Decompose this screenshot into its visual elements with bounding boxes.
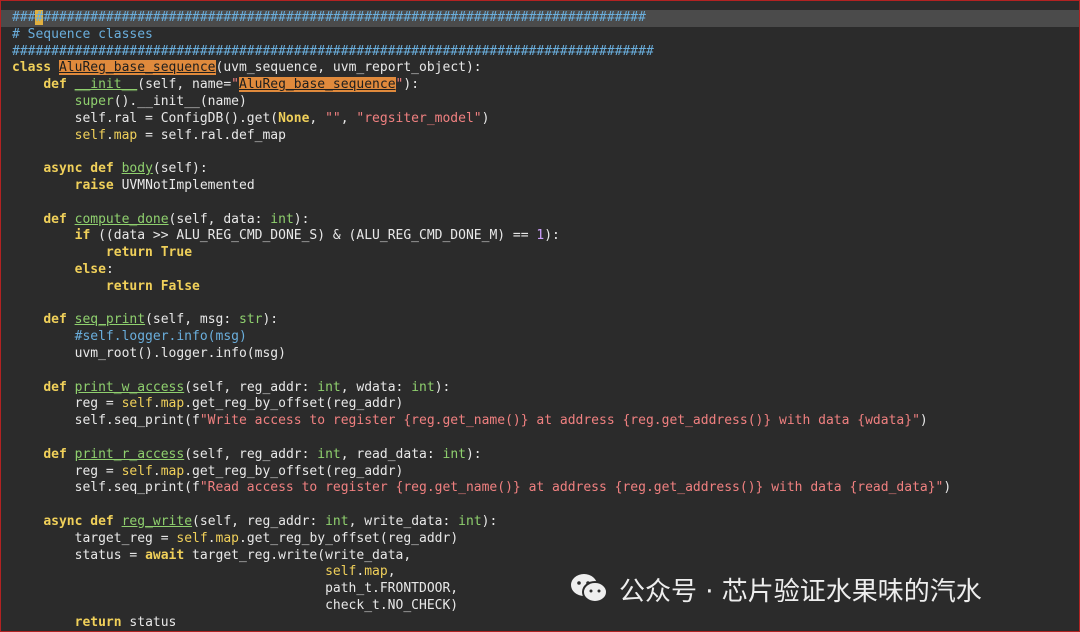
code-line: class AluReg_base_sequence(uvm_sequence,… [12,60,482,76]
code-line: return True [105,245,193,261]
code-line: target_reg = self.map.get_reg_by_offset(… [12,530,459,546]
code-line: uvm_root().logger.info(msg) [12,345,286,361]
code-line: #self.logger.info(msg) [12,329,247,345]
code-line: else: [74,261,114,277]
code-line: status = await target_reg.write(write_da… [12,547,412,563]
code-line: super().__init__(name) [74,93,247,109]
code-line: if ((data >> ALU_REG_CMD_DONE_S) & (ALU_… [74,228,560,244]
code-line: self.seq_print(f"Read access to register… [12,480,952,496]
code-line: return False [105,278,200,294]
code-line: def print_r_access(self, reg_addr: int, … [43,446,482,462]
code-line: self.seq_print(f"Write access to registe… [12,413,928,429]
code-line: raise UVMNotImplemented [74,177,255,193]
code-line: async def reg_write(self, reg_addr: int,… [43,513,498,529]
code-line: return status [74,614,177,630]
code-line: ########################################… [12,43,654,59]
watermark: 公众号 · 芯片验证水果味的汽水 [569,567,982,611]
code-line: async def body(self): [43,161,208,177]
watermark-text: 公众号 · 芯片验证水果味的汽水 [619,576,982,607]
code-line: self.map = self.ral.def_map [74,127,286,143]
code-line: reg = self.map.get_reg_by_offset(reg_add… [12,463,404,479]
code-area[interactable]: ########################################… [1,10,1079,631]
editor-window: ########################################… [0,0,1080,632]
code-line: def __init__(self, name="AluReg_base_seq… [43,77,420,93]
code-line: # Sequence classes [12,26,153,42]
code-line: reg = self.map.get_reg_by_offset(reg_add… [12,396,404,412]
code-line: def seq_print(self, msg: str): [43,312,279,328]
code-line: def compute_done(self, data: int): [43,211,310,227]
wechat-icon [569,572,609,606]
code-line: self.ral = ConfigDB().get(None, "", "reg… [12,110,490,126]
code-line: def print_w_access(self, reg_addr: int, … [43,379,451,395]
code-line: ########################################… [1,10,1079,27]
